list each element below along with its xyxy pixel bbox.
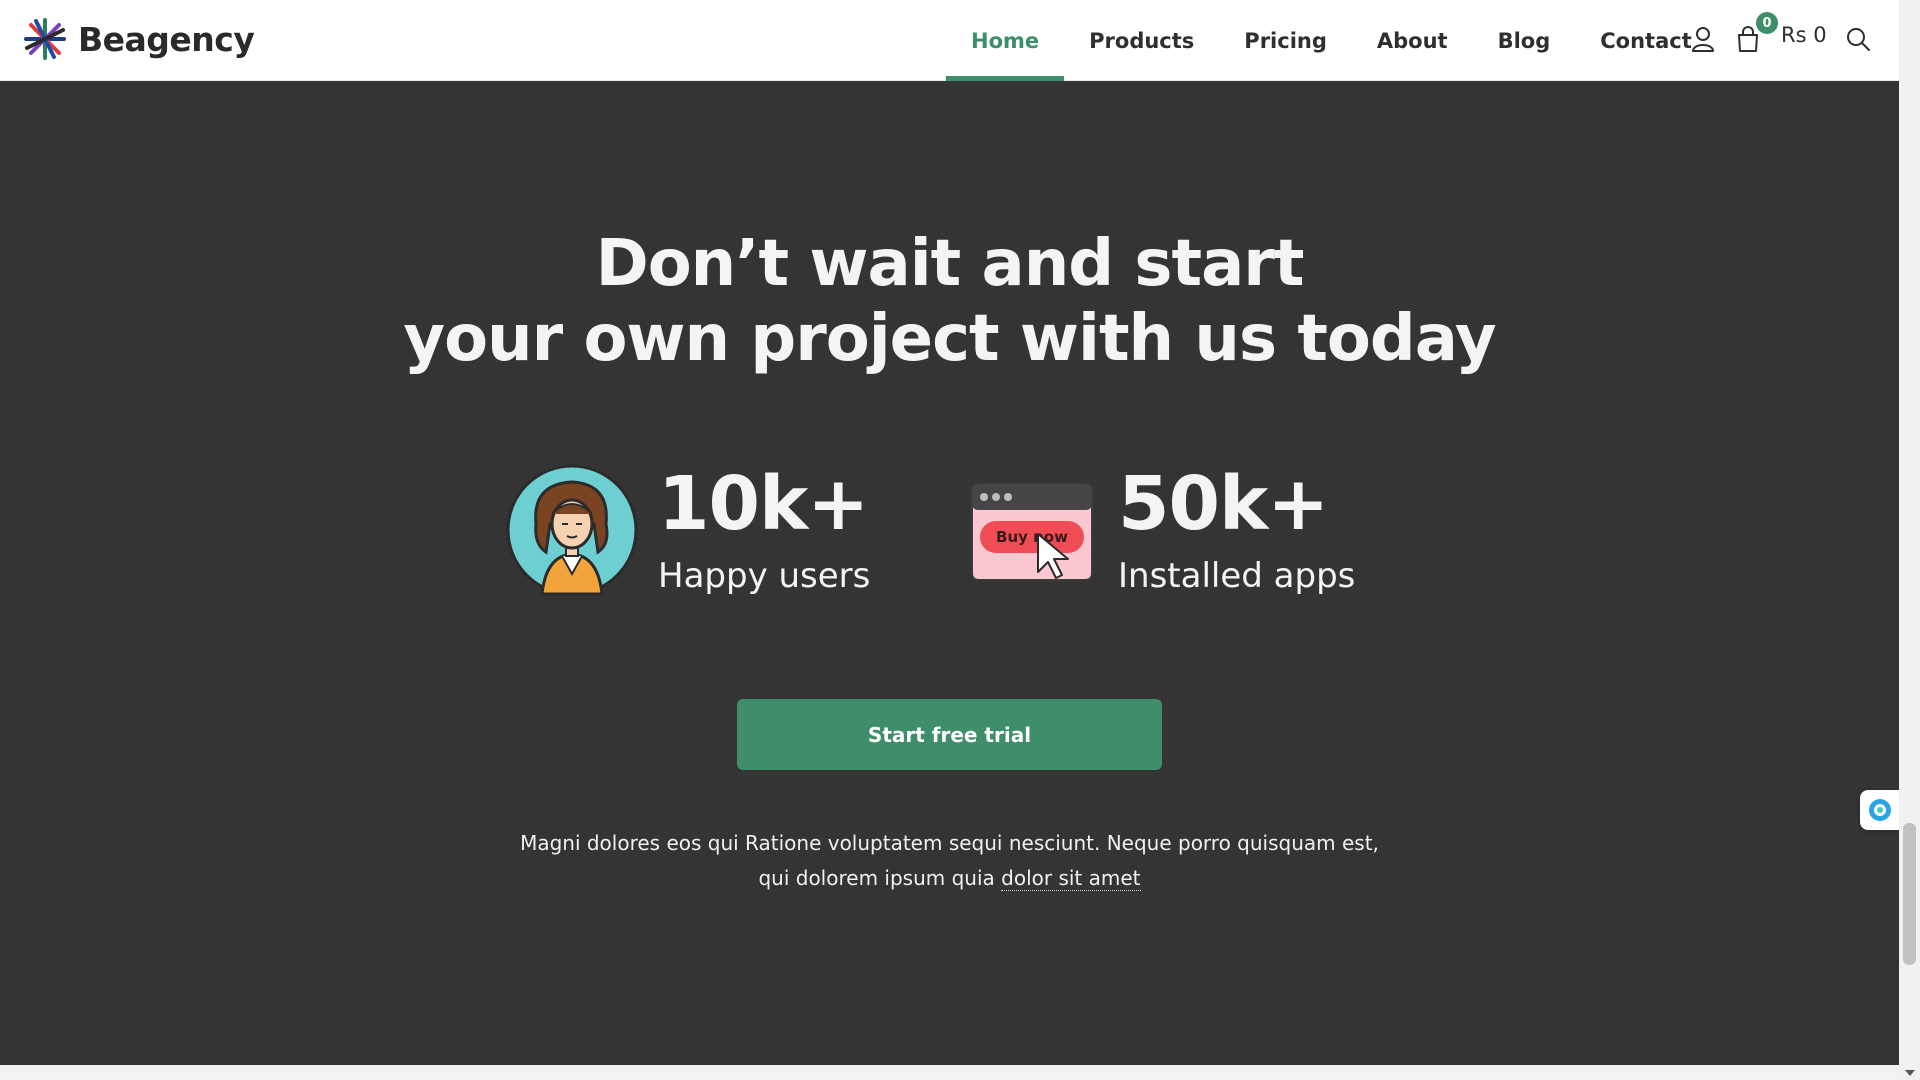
next-section-edge [0, 1065, 1899, 1080]
main-nav: Home Products Pricing About Blog Contact [946, 0, 1717, 81]
cart-total[interactable]: Rs 0 [1781, 23, 1827, 47]
nav-about[interactable]: About [1352, 0, 1473, 81]
stat-happy-users: 10k+ Happy users [506, 464, 870, 596]
buy-now-label: Buy now [996, 528, 1068, 546]
stat-installed-apps: Buy now 50k+ Installed apps [970, 464, 1355, 596]
start-free-trial-button[interactable]: Start free trial [737, 699, 1162, 770]
cart-count-badge: 0 [1756, 12, 1778, 34]
chat-widget-icon [1868, 799, 1891, 821]
nav-home[interactable]: Home [946, 0, 1065, 81]
page-scrollbar[interactable] [1899, 0, 1920, 1080]
brand-name: Beagency [78, 19, 255, 59]
description-line-1: Magni dolores eos qui Ratione voluptatem… [520, 831, 1379, 855]
brand-logo[interactable]: Beagency [22, 16, 255, 62]
search-icon[interactable] [1843, 24, 1873, 54]
stat-label: Installed apps [1118, 556, 1356, 596]
stat-number: 10k+ [658, 461, 869, 547]
description-line-2: qui dolorem ipsum quia [758, 866, 1002, 890]
user-avatar-illustration [506, 464, 638, 596]
nav-pricing[interactable]: Pricing [1219, 0, 1352, 81]
buy-now-browser-illustration: Buy now [971, 483, 1093, 581]
section-headline: Don’t wait and start your own project wi… [0, 227, 1899, 377]
nav-products[interactable]: Products [1064, 0, 1219, 81]
dolor-sit-amet-link[interactable]: dolor sit amet [1001, 866, 1141, 891]
scrollbar-thumb[interactable] [1903, 823, 1916, 965]
section-description: Magni dolores eos qui Ratione voluptatem… [0, 826, 1899, 896]
headline-line-2: your own project with us today [403, 302, 1496, 376]
scroll-down-arrow-icon[interactable] [1905, 1070, 1915, 1076]
nav-blog[interactable]: Blog [1473, 0, 1576, 81]
site-header: Beagency Home Products Pricing About Blo… [0, 0, 1899, 81]
cta-section: Don’t wait and start your own project wi… [0, 81, 1899, 1065]
stat-number: 50k+ [1118, 461, 1329, 547]
stat-label: Happy users [658, 556, 871, 596]
stat-text-2: 50k+ Installed apps [1118, 464, 1355, 596]
user-icon[interactable] [1688, 24, 1718, 54]
headline-line-1: Don’t wait and start [595, 227, 1305, 301]
stat-text-1: 10k+ Happy users [658, 464, 870, 596]
floating-widget-button[interactable] [1860, 790, 1899, 830]
brand-logo-icon [24, 18, 66, 60]
